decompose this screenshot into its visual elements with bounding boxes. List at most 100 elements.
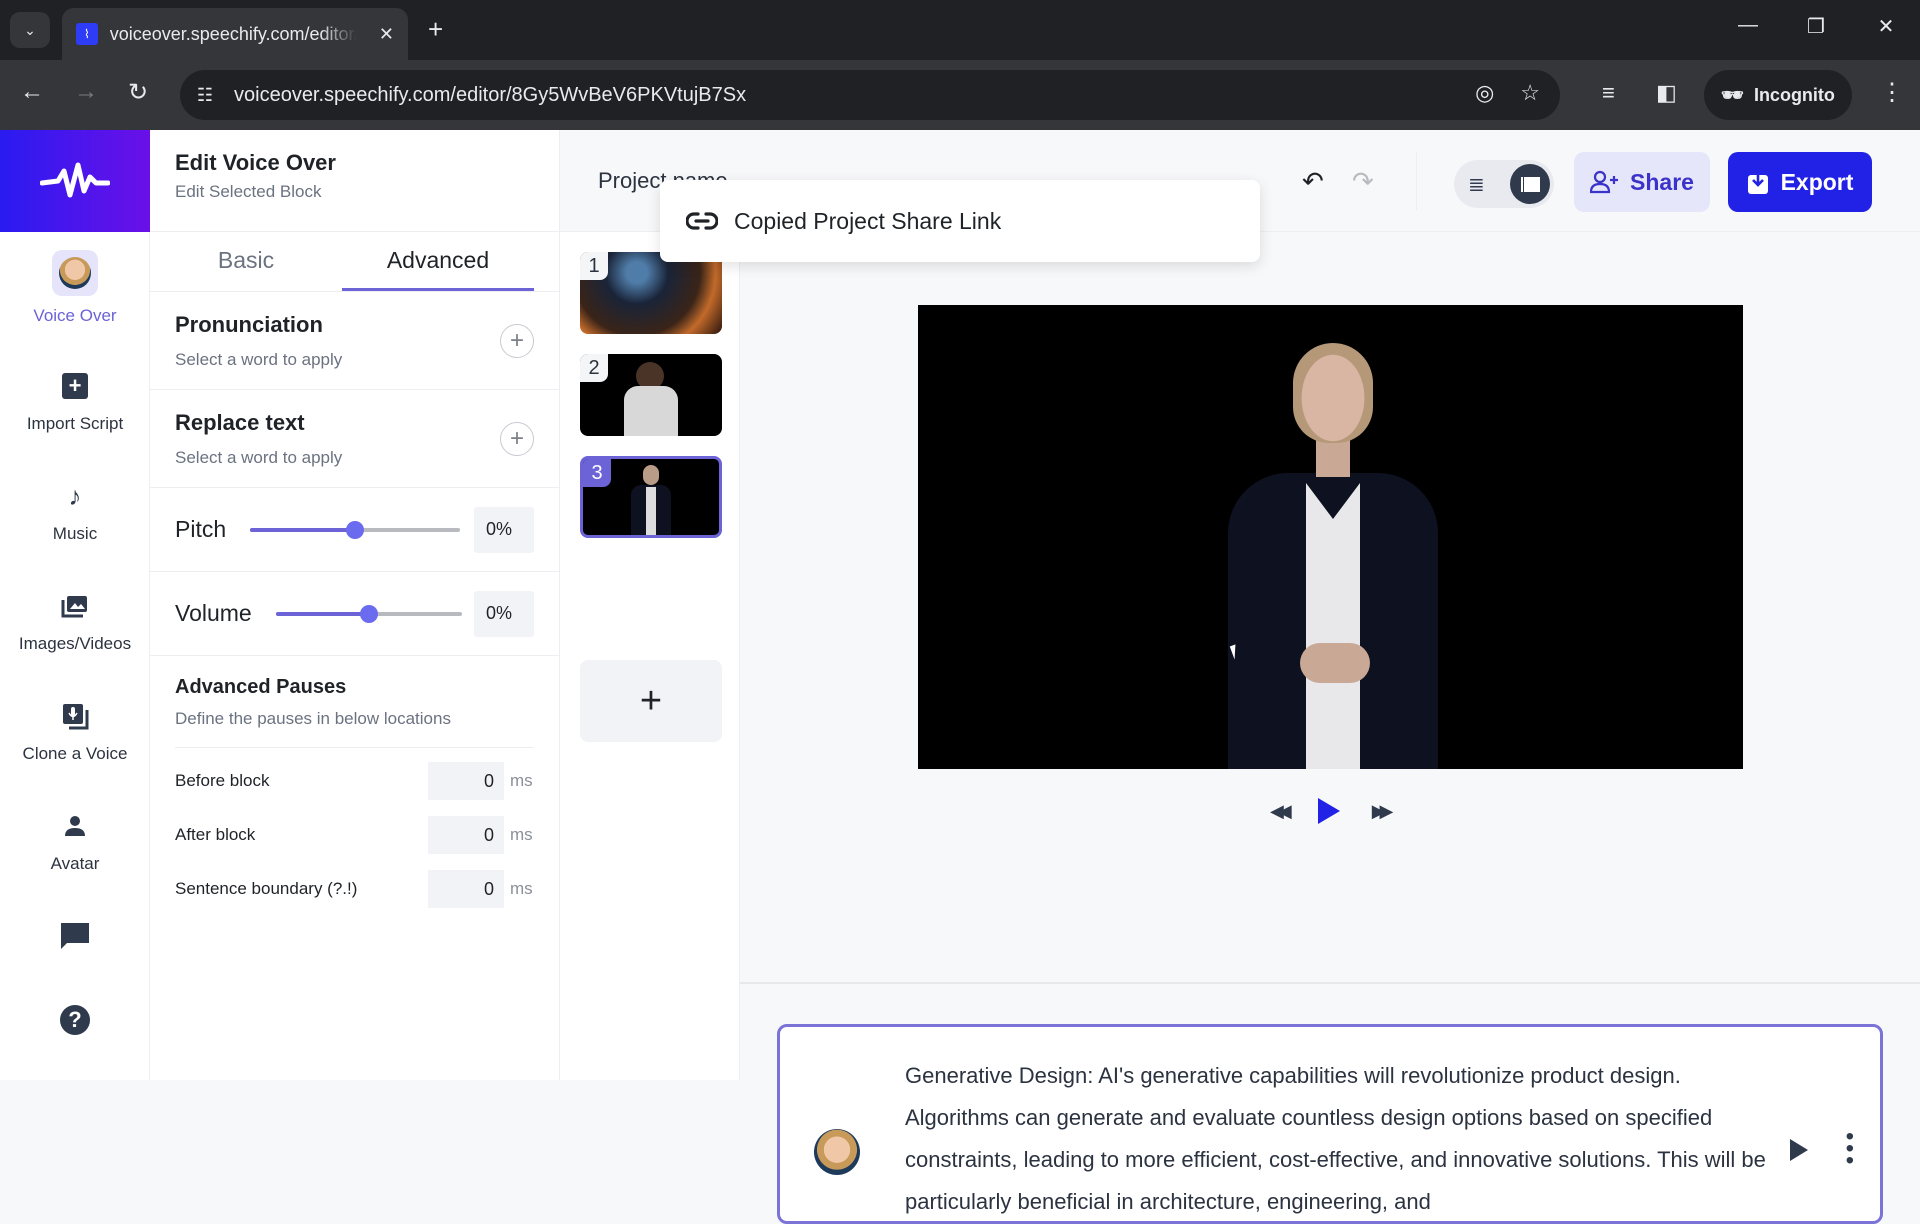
url-text[interactable]: voiceover.speechify.com/editor/8Gy5WvBeV… xyxy=(234,84,746,107)
script-area: Generative Design: AI's generative capab… xyxy=(740,986,1920,1224)
tab-basic[interactable]: Basic xyxy=(150,232,342,291)
rail-item-avatar[interactable]: Avatar xyxy=(0,808,150,874)
close-tab-icon[interactable]: ✕ xyxy=(379,24,394,45)
rail-item-help[interactable]: ? xyxy=(0,1002,150,1038)
rail-label: Avatar xyxy=(50,854,100,873)
speechify-logo[interactable] xyxy=(0,130,150,232)
reload-icon[interactable]: ↻ xyxy=(128,78,148,107)
pitch-slider[interactable] xyxy=(250,520,461,539)
download-icon xyxy=(1747,169,1768,194)
pronunciation-hint: Select a word to apply xyxy=(175,350,343,369)
slide-thumbnail[interactable]: 1 xyxy=(580,252,722,334)
share-button[interactable]: Share xyxy=(1574,152,1710,212)
forward-icon[interactable]: → xyxy=(74,78,98,106)
add-slide-button[interactable]: + xyxy=(580,660,722,742)
rail-item-import-script[interactable]: + Import Script xyxy=(0,368,150,434)
pause-row-after-block: After block 0 ms xyxy=(175,808,534,862)
incognito-label: Incognito xyxy=(1753,84,1835,105)
playback-controls: ◀◀ ▶▶ xyxy=(1270,798,1394,824)
speechify-editor: Voice Over + Import Script ♪ Music Image… xyxy=(0,130,1920,1224)
slide-thumbnail[interactable]: 2 xyxy=(580,354,722,436)
browser-toolbar: ← → ↻ ☷ voiceover.speechify.com/editor/8… xyxy=(0,60,1920,130)
video-preview[interactable] xyxy=(918,305,1743,769)
script-block-text[interactable]: Generative Design: AI's generative capab… xyxy=(905,1055,1785,1223)
pronunciation-section: Pronunciation Select a word to apply + xyxy=(150,292,559,390)
restore-icon[interactable]: ❐ xyxy=(1796,14,1836,39)
timeline-view-icon[interactable]: ≣ xyxy=(1468,172,1485,197)
add-user-icon xyxy=(1590,170,1619,194)
preview-stage: ◀◀ ▶▶ xyxy=(740,232,1920,984)
waveform-logo-icon xyxy=(40,162,110,198)
panel-title: Edit Voice Over xyxy=(175,150,336,175)
rail-item-voice-over[interactable]: Voice Over xyxy=(0,250,150,326)
volume-label: Volume xyxy=(175,600,252,626)
redo-icon[interactable]: ↷ xyxy=(1352,166,1374,197)
speechify-favicon-icon: ⌇ xyxy=(76,23,98,45)
rail-label: Music xyxy=(52,524,98,543)
after-block-input[interactable]: 0 xyxy=(428,816,504,854)
music-note-icon: ♪ xyxy=(68,480,82,511)
tab-advanced[interactable]: Advanced xyxy=(342,232,534,291)
pause-label: Sentence boundary (?.!) xyxy=(175,879,358,898)
pause-unit: ms xyxy=(510,771,533,790)
add-replace-text-button[interactable]: + xyxy=(500,422,534,456)
advanced-pauses-section: Advanced Pauses Define the pauses in bel… xyxy=(150,656,559,936)
back-icon[interactable]: ← xyxy=(20,78,44,106)
close-window-icon[interactable]: ✕ xyxy=(1866,14,1906,39)
slide-view-icon[interactable] xyxy=(1510,164,1550,204)
media-queue-icon[interactable]: ≡ xyxy=(1602,80,1615,106)
pronunciation-title: Pronunciation xyxy=(175,312,323,337)
browser-tab[interactable]: ⌇ voiceover.speechify.com/editor/8Gy5WvB… xyxy=(62,8,408,60)
avatar-presenter xyxy=(1208,343,1458,769)
rail-item-clone-voice[interactable]: Clone a Voice xyxy=(0,698,150,764)
volume-slider[interactable] xyxy=(275,604,462,623)
pitch-value[interactable]: 0% xyxy=(474,506,534,553)
pitch-row: Pitch 0% xyxy=(150,488,559,572)
slide-thumbnail[interactable]: 3 xyxy=(580,456,722,538)
toast-message: Copied Project Share Link xyxy=(734,207,1002,234)
rail-item-chat[interactable] xyxy=(0,918,150,954)
add-pronunciation-button[interactable]: + xyxy=(500,324,534,358)
site-settings-icon[interactable]: ☷ xyxy=(180,85,230,106)
divider xyxy=(175,747,534,748)
play-icon[interactable] xyxy=(1317,798,1340,824)
script-block[interactable]: Generative Design: AI's generative capab… xyxy=(777,1024,1883,1224)
fast-forward-icon[interactable]: ▶▶ xyxy=(1372,801,1394,822)
pitch-slider-thumb[interactable] xyxy=(346,520,365,539)
slide-number: 1 xyxy=(580,252,608,280)
volume-row: Volume 0% xyxy=(150,572,559,656)
tab-search-button[interactable]: ⌄ xyxy=(10,12,50,48)
help-icon: ? xyxy=(57,1002,93,1038)
block-play-icon[interactable] xyxy=(1790,1139,1808,1161)
more-options-icon[interactable]: • • • xyxy=(1846,1125,1854,1173)
chevron-down-icon: ⌄ xyxy=(24,21,36,38)
browser-menu-icon[interactable]: ⋮ xyxy=(1880,78,1904,107)
view-toggle[interactable]: ≣ xyxy=(1454,160,1554,208)
volume-slider-thumb[interactable] xyxy=(359,604,378,623)
address-bar[interactable]: ☷ voiceover.speechify.com/editor/8Gy5WvB… xyxy=(180,70,1560,120)
new-tab-button[interactable]: + xyxy=(428,14,443,45)
edit-voice-over-panel: Edit Voice Over Edit Selected Block Basi… xyxy=(150,130,560,1080)
voice-avatar[interactable] xyxy=(814,1129,860,1175)
plus-icon: + xyxy=(639,679,663,722)
pause-unit: ms xyxy=(510,825,533,844)
share-label: Share xyxy=(1630,168,1694,195)
rewind-icon[interactable]: ◀◀ xyxy=(1270,801,1292,822)
undo-icon[interactable]: ↶ xyxy=(1302,166,1324,197)
eye-slash-icon[interactable]: ◎ xyxy=(1475,80,1494,106)
sentence-boundary-input[interactable]: 0 xyxy=(428,870,504,908)
replace-text-hint: Select a word to apply xyxy=(175,448,343,467)
rail-item-music[interactable]: ♪ Music xyxy=(0,478,150,544)
bookmark-star-icon[interactable]: ☆ xyxy=(1520,80,1540,106)
images-icon xyxy=(57,588,93,624)
export-button[interactable]: Export xyxy=(1728,152,1872,212)
before-block-input[interactable]: 0 xyxy=(428,762,504,800)
incognito-badge[interactable]: 🕶 Incognito xyxy=(1704,70,1852,120)
divider xyxy=(1416,152,1417,210)
plus-square-icon: + xyxy=(57,368,93,404)
side-panel-icon[interactable]: ◧ xyxy=(1656,80,1677,106)
rail-label: Clone a Voice xyxy=(22,744,128,763)
minimize-icon[interactable]: — xyxy=(1728,14,1768,37)
volume-value[interactable]: 0% xyxy=(474,590,534,637)
rail-item-images-videos[interactable]: Images/Videos xyxy=(0,588,150,654)
